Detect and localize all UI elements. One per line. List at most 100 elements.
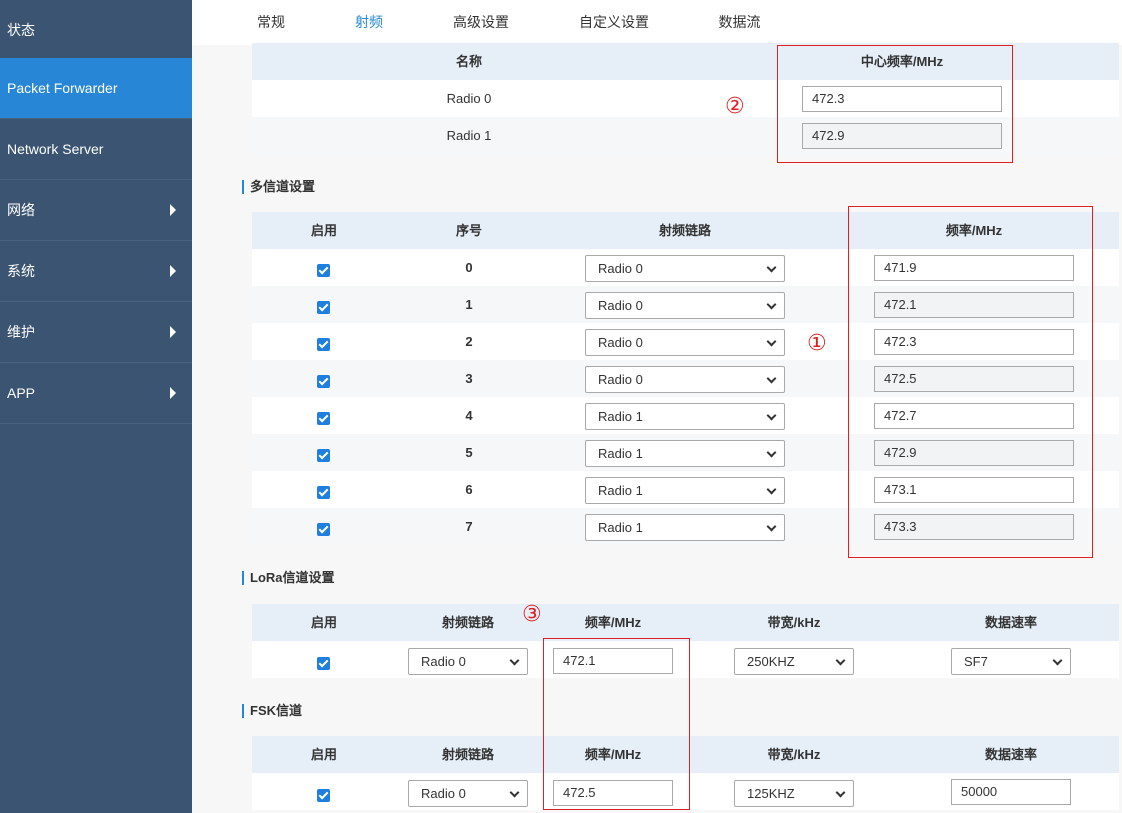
- radio-select[interactable]: Radio 0: [408, 648, 528, 675]
- radio-select[interactable]: Radio 0: [585, 292, 785, 319]
- sidebar-item-label: 系统: [7, 263, 35, 279]
- caret-right-icon: [170, 387, 176, 399]
- chevron-down-icon: [766, 410, 777, 421]
- select-value: Radio 0: [598, 261, 643, 276]
- annotation-marker-3: ③: [522, 601, 542, 626]
- col-header-freq: 频率/MHz: [584, 615, 642, 630]
- select-value: Radio 1: [598, 483, 643, 498]
- chevron-down-icon: [509, 787, 520, 798]
- chevron-down-icon: [766, 373, 777, 384]
- col-header-enable: 启用: [310, 747, 337, 762]
- select-value: Radio 0: [598, 372, 643, 387]
- tab-advanced[interactable]: 高级设置: [450, 0, 512, 45]
- sidebar-item-label: APP: [7, 385, 36, 401]
- enable-checkbox[interactable]: [317, 264, 330, 277]
- sidebar-item-label: Packet Forwarder: [7, 80, 118, 96]
- channel-index: 5: [465, 445, 473, 460]
- sidebar-item-label: 网络: [7, 202, 35, 218]
- col-header-name: 名称: [455, 54, 482, 69]
- sidebar-item-label: 维护: [7, 324, 35, 340]
- enable-checkbox[interactable]: [317, 789, 330, 802]
- sidebar-item-network[interactable]: 网络: [0, 180, 192, 241]
- col-header-bandwidth: 带宽/kHz: [767, 615, 821, 630]
- tab-bar: 常规 射频 高级设置 自定义设置 数据流: [192, 0, 1122, 45]
- col-header-datarate: 数据速率: [984, 747, 1037, 762]
- select-value: Radio 1: [598, 409, 643, 424]
- highlight-box-channel-freq: [848, 206, 1093, 558]
- channel-index: 7: [465, 519, 473, 534]
- col-header-datarate: 数据速率: [984, 615, 1037, 630]
- enable-checkbox[interactable]: [317, 449, 330, 462]
- radio-select[interactable]: Radio 1: [585, 514, 785, 541]
- select-value: Radio 1: [598, 520, 643, 535]
- chevron-down-icon: [766, 521, 777, 532]
- section-title-fsk: FSK信道: [242, 704, 302, 718]
- chevron-down-icon: [766, 447, 777, 458]
- sidebar-item-status[interactable]: 状态: [0, 0, 192, 61]
- enable-checkbox[interactable]: [317, 486, 330, 499]
- channel-index: 6: [465, 482, 473, 497]
- sidebar: 状态 Packet Forwarder Network Server 网络 系统…: [0, 0, 192, 813]
- bandwidth-select[interactable]: 250KHZ: [734, 648, 854, 675]
- col-header-index: 序号: [455, 223, 482, 238]
- chevron-down-icon: [835, 787, 846, 798]
- annotation-marker-1: ①: [807, 330, 827, 355]
- main-content: 常规 射频 高级设置 自定义设置 数据流 名称 中心频率/MHz Radio 0…: [192, 0, 1122, 813]
- datarate-select[interactable]: SF7: [951, 648, 1071, 675]
- radio-select[interactable]: Radio 1: [585, 440, 785, 467]
- radio-select[interactable]: Radio 0: [585, 255, 785, 282]
- radio-select[interactable]: Radio 0: [585, 366, 785, 393]
- sidebar-item-system[interactable]: 系统: [0, 241, 192, 302]
- channel-index: 1: [465, 297, 473, 312]
- select-value: Radio 0: [421, 786, 466, 801]
- radio-select[interactable]: Radio 1: [585, 403, 785, 430]
- radio-name: Radio 0: [446, 91, 492, 106]
- enable-checkbox[interactable]: [317, 523, 330, 536]
- highlight-box-center-freq: [777, 45, 1013, 163]
- sidebar-item-maintenance[interactable]: 维护: [0, 302, 192, 363]
- col-header-enable: 启用: [310, 615, 337, 630]
- sidebar-item-network-server[interactable]: Network Server: [0, 119, 192, 180]
- caret-right-icon: [170, 326, 176, 338]
- radio-name: Radio 1: [446, 128, 492, 143]
- sidebar-item-app[interactable]: APP: [0, 363, 192, 424]
- chevron-down-icon: [766, 336, 777, 347]
- chevron-down-icon: [835, 655, 846, 666]
- caret-right-icon: [170, 265, 176, 277]
- col-header-radio: 射频链路: [441, 615, 494, 630]
- select-value: Radio 0: [421, 654, 466, 669]
- tab-custom[interactable]: 自定义设置: [578, 0, 650, 45]
- select-value: Radio 0: [598, 335, 643, 350]
- enable-checkbox[interactable]: [317, 412, 330, 425]
- col-header-bandwidth: 带宽/kHz: [767, 747, 821, 762]
- enable-checkbox[interactable]: [317, 301, 330, 314]
- bandwidth-select[interactable]: 125KHZ: [734, 780, 854, 807]
- sidebar-item-label: 状态: [7, 22, 35, 38]
- channel-index: 0: [465, 260, 473, 275]
- select-value: SF7: [964, 654, 988, 669]
- enable-checkbox[interactable]: [317, 657, 330, 670]
- radio-select[interactable]: Radio 0: [408, 780, 528, 807]
- annotation-marker-2: ②: [725, 93, 745, 118]
- select-value: 250KHZ: [747, 654, 795, 669]
- sidebar-item-label: Network Server: [7, 141, 104, 157]
- chevron-down-icon: [509, 655, 520, 666]
- datarate-input[interactable]: 50000: [951, 779, 1071, 805]
- tab-radio[interactable]: 射频: [350, 0, 388, 45]
- enable-checkbox[interactable]: [317, 338, 330, 351]
- caret-right-icon: [170, 204, 176, 216]
- channel-index: 2: [465, 334, 473, 349]
- radio-select[interactable]: Radio 0: [585, 329, 785, 356]
- radio-select[interactable]: Radio 1: [585, 477, 785, 504]
- enable-checkbox[interactable]: [317, 375, 330, 388]
- chevron-down-icon: [766, 299, 777, 310]
- col-header-radio: 射频链路: [441, 747, 494, 762]
- highlight-box-lora-fsk-freq: [543, 638, 690, 810]
- select-value: 125KHZ: [747, 786, 795, 801]
- tab-general[interactable]: 常规: [255, 0, 287, 45]
- table-header: 启用 射频链路 频率/MHz 带宽/kHz 数据速率: [252, 604, 1119, 641]
- tab-dataflow[interactable]: 数据流: [717, 0, 762, 45]
- sidebar-item-packet-forwarder[interactable]: Packet Forwarder: [0, 58, 192, 119]
- chevron-down-icon: [766, 484, 777, 495]
- channel-index: 4: [465, 408, 473, 423]
